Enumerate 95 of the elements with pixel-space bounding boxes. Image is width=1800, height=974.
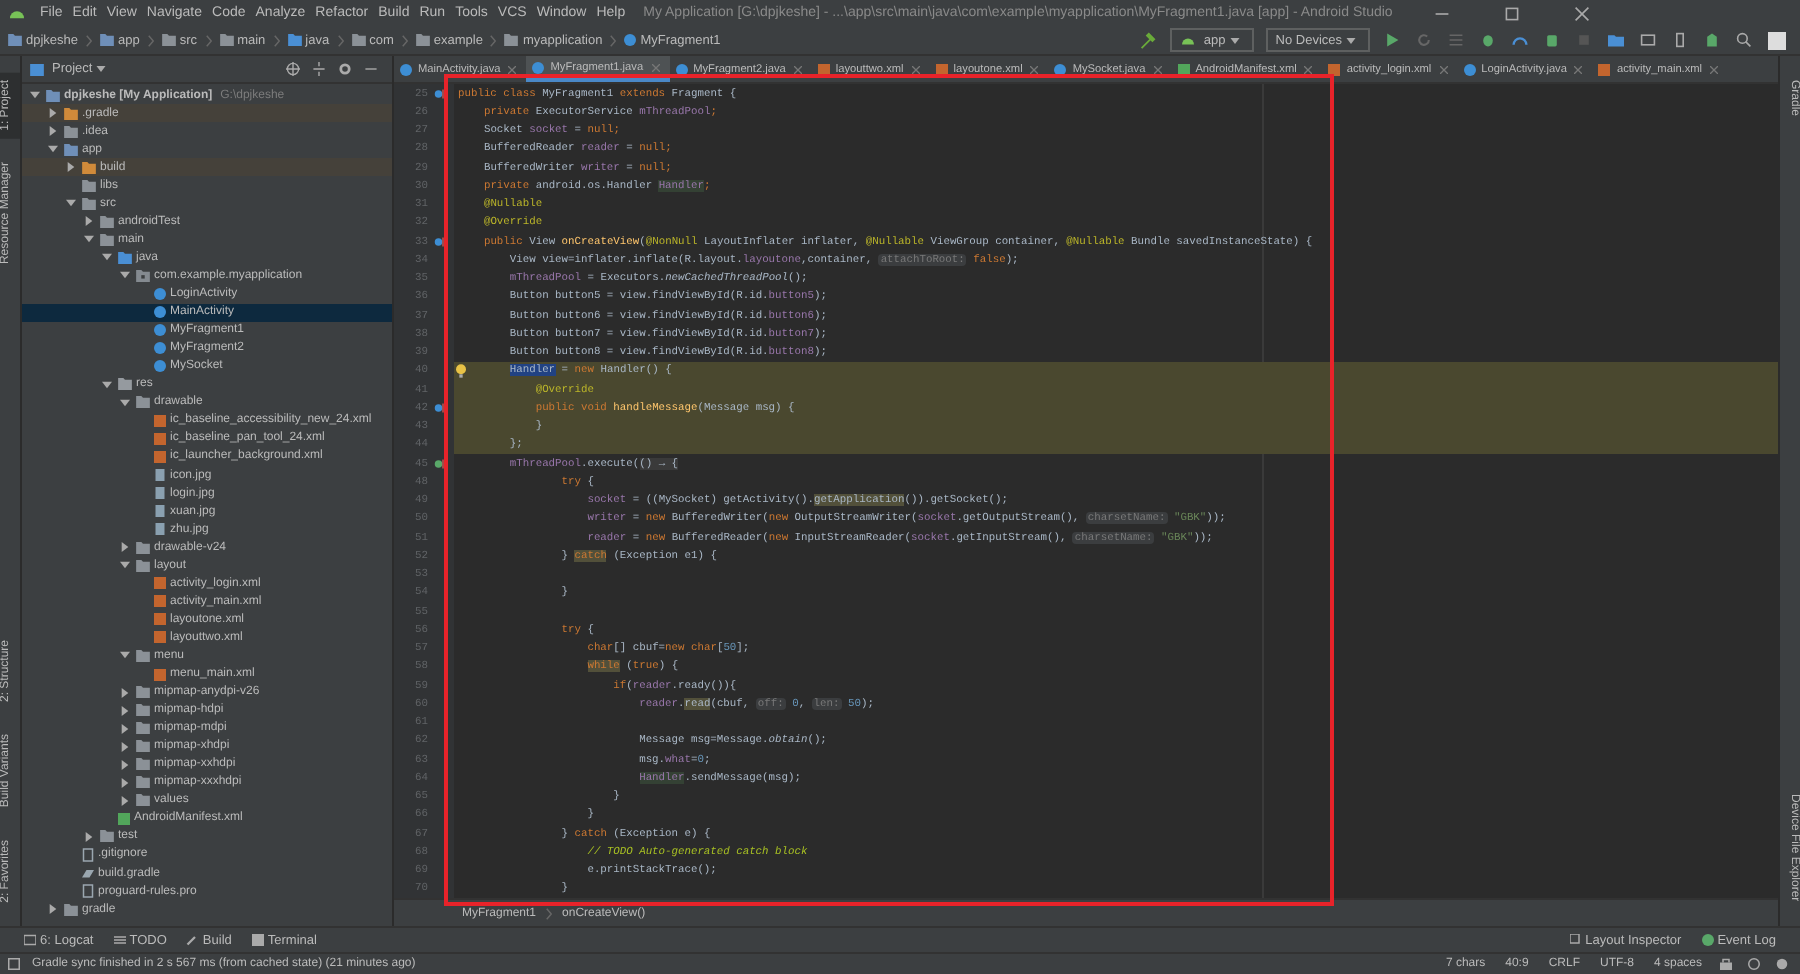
target-icon[interactable] bbox=[286, 62, 300, 76]
run-icon[interactable] bbox=[1384, 32, 1400, 48]
settings-icon[interactable] bbox=[338, 62, 352, 76]
gradle-icon bbox=[82, 866, 94, 881]
chevron-right-icon bbox=[273, 33, 280, 47]
folder-icon bbox=[136, 269, 150, 282]
chevron-right-icon bbox=[546, 907, 553, 919]
folder-icon bbox=[219, 34, 234, 46]
class-icon bbox=[624, 34, 637, 46]
file-icon bbox=[82, 884, 94, 899]
expand-arrow-icon[interactable] bbox=[48, 126, 58, 137]
close-icon[interactable] bbox=[1574, 65, 1583, 73]
chevron-right-icon bbox=[337, 33, 344, 47]
expand-arrow-icon[interactable] bbox=[120, 687, 130, 698]
expand-arrow-icon[interactable] bbox=[66, 162, 76, 173]
file-icon bbox=[82, 847, 94, 862]
expand-arrow-icon[interactable] bbox=[120, 723, 130, 734]
circle-icon[interactable] bbox=[1776, 958, 1788, 970]
window-icon[interactable] bbox=[8, 958, 20, 970]
folder-icon bbox=[287, 34, 302, 46]
expand-arrow-icon[interactable] bbox=[48, 904, 58, 915]
class-icon bbox=[532, 61, 545, 73]
chevron-right-icon bbox=[401, 33, 408, 47]
chevron-right-icon bbox=[490, 33, 497, 47]
class-icon bbox=[675, 63, 688, 75]
caret-icon bbox=[96, 66, 107, 72]
folder-icon bbox=[415, 34, 430, 46]
class-icon bbox=[1463, 63, 1476, 75]
padlock-icon[interactable] bbox=[1720, 958, 1732, 970]
folder-icon[interactable] bbox=[1608, 32, 1624, 48]
expand-arrow-icon[interactable] bbox=[30, 90, 40, 101]
minimize-icon[interactable] bbox=[364, 62, 378, 76]
expand-arrow-icon[interactable] bbox=[84, 216, 94, 227]
expand-arrow-icon[interactable] bbox=[102, 252, 112, 263]
folder-icon bbox=[64, 903, 78, 916]
expand-arrow-icon[interactable] bbox=[120, 650, 130, 661]
class-icon bbox=[1054, 63, 1067, 75]
close-icon[interactable] bbox=[911, 65, 920, 73]
xml-file-icon bbox=[817, 63, 830, 75]
folder-icon bbox=[136, 649, 150, 662]
chevron-right-icon bbox=[147, 33, 154, 47]
expand-arrow-icon[interactable] bbox=[66, 198, 76, 209]
expand-arrow-icon[interactable] bbox=[120, 705, 130, 716]
expand-arrow-icon[interactable] bbox=[48, 108, 58, 119]
close-icon[interactable] bbox=[1153, 65, 1162, 73]
expand-arrow-icon[interactable] bbox=[120, 560, 130, 571]
expand-arrow-icon[interactable] bbox=[120, 270, 130, 281]
collapse-all-icon[interactable] bbox=[312, 62, 326, 76]
close-icon[interactable] bbox=[1710, 65, 1719, 73]
xml-file-icon bbox=[1328, 63, 1341, 75]
override-icon[interactable] bbox=[434, 87, 446, 100]
expand-arrow-icon[interactable] bbox=[120, 542, 130, 553]
chevron-right-icon bbox=[205, 33, 212, 47]
window-icon bbox=[30, 63, 44, 75]
caret-icon bbox=[1346, 37, 1356, 43]
folder-icon bbox=[100, 830, 114, 843]
caret-icon bbox=[1229, 37, 1240, 43]
close-icon[interactable] bbox=[1304, 65, 1313, 73]
expand-arrow-icon[interactable] bbox=[120, 741, 130, 752]
monitor-icon bbox=[24, 934, 36, 946]
expand-arrow-icon[interactable] bbox=[84, 234, 94, 245]
list-icon bbox=[113, 934, 126, 946]
android-icon bbox=[8, 6, 26, 20]
lightbulb-icon[interactable] bbox=[456, 363, 466, 378]
expand-arrow-icon[interactable] bbox=[102, 379, 112, 390]
lambda-icon[interactable] bbox=[434, 457, 446, 470]
close-icon[interactable] bbox=[1439, 65, 1448, 73]
class-icon bbox=[400, 63, 412, 75]
chevron-right-icon bbox=[610, 33, 617, 47]
folder-icon bbox=[8, 34, 22, 46]
close-icon[interactable] bbox=[508, 65, 517, 73]
expand-arrow-icon[interactable] bbox=[120, 777, 130, 788]
android-icon bbox=[1179, 34, 1196, 46]
search-icon[interactable] bbox=[1736, 32, 1752, 48]
folder-icon bbox=[504, 34, 519, 46]
close-icon[interactable] bbox=[1574, 5, 1591, 21]
manifest-file-icon bbox=[118, 811, 130, 826]
override-icon[interactable] bbox=[434, 235, 446, 248]
expand-arrow-icon[interactable] bbox=[120, 397, 130, 408]
folder-icon bbox=[161, 34, 176, 46]
xml-file-icon bbox=[154, 667, 166, 682]
close-icon[interactable] bbox=[1030, 65, 1039, 73]
xml-file-icon bbox=[935, 63, 948, 75]
expand-arrow-icon[interactable] bbox=[120, 795, 130, 806]
expand-arrow-icon[interactable] bbox=[48, 144, 58, 155]
folder-icon bbox=[100, 34, 115, 46]
override-icon[interactable] bbox=[434, 401, 446, 414]
maximize-icon[interactable] bbox=[1504, 5, 1521, 21]
close-icon[interactable] bbox=[793, 65, 802, 73]
expand-arrow-icon[interactable] bbox=[84, 831, 94, 842]
chevron-right-icon bbox=[86, 33, 93, 47]
xml-file-icon bbox=[1598, 63, 1611, 75]
manifest-file-icon bbox=[1177, 63, 1190, 75]
expand-arrow-icon[interactable] bbox=[120, 759, 130, 770]
folder-icon bbox=[351, 34, 366, 46]
